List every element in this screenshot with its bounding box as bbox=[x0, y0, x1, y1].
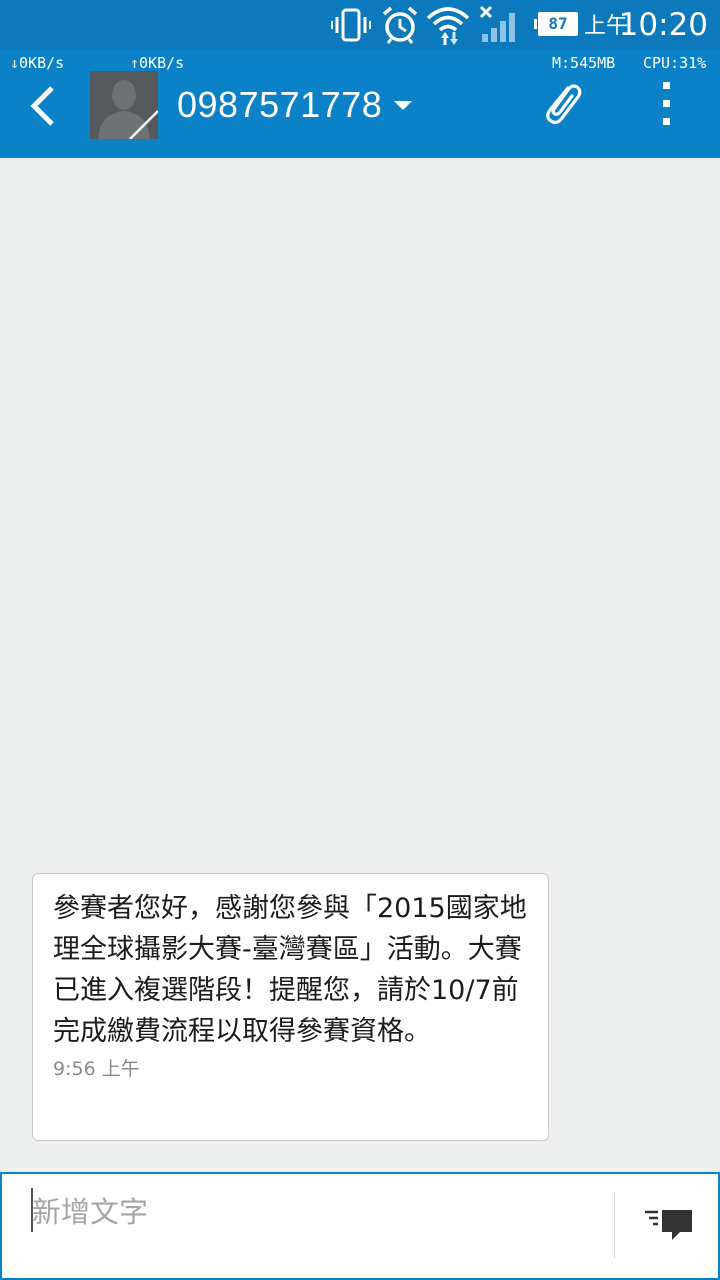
message-input[interactable] bbox=[28, 1190, 592, 1234]
memory-usage: M:545MB bbox=[552, 54, 616, 72]
composer-divider bbox=[614, 1192, 615, 1258]
vibrate-icon bbox=[331, 7, 371, 47]
message-timestamp: 9:56 上午 bbox=[53, 1058, 140, 1080]
contact-selector[interactable]: 0987571778 bbox=[177, 82, 413, 128]
send-button[interactable] bbox=[642, 1204, 698, 1250]
status-bar: 87 上午 10:20 bbox=[0, 0, 720, 50]
battery-tip bbox=[534, 19, 537, 29]
message-text: 參賽者您好，感謝您參與「2015國家地理全球攝影大賽-臺灣賽區」活動。大賽已進入… bbox=[53, 893, 527, 1047]
caret-down-icon bbox=[394, 100, 413, 110]
cpu-usage: CPU:31% bbox=[643, 54, 707, 72]
person-silhouette-icon bbox=[90, 71, 158, 139]
status-time: 10:20 bbox=[618, 7, 708, 43]
signal-icon bbox=[478, 4, 520, 48]
wifi-icon bbox=[426, 4, 470, 50]
text-cursor bbox=[31, 1188, 33, 1232]
battery-icon: 87 bbox=[538, 12, 578, 36]
message-bubble[interactable]: 參賽者您好，感謝您參與「2015國家地理全球攝影大賽-臺灣賽區」活動。大賽已進入… bbox=[32, 873, 549, 1141]
send-message-icon bbox=[645, 1210, 692, 1240]
attach-button[interactable] bbox=[538, 80, 586, 128]
avatar[interactable] bbox=[90, 71, 158, 139]
conversation-area[interactable]: 參賽者您好，感謝您參與「2015國家地理全球攝影大賽-臺灣賽區」活動。大賽已進入… bbox=[0, 158, 720, 1172]
message-composer bbox=[0, 1172, 720, 1280]
conversation-toolbar: ↓0KB/s ↑0KB/s M:545MB CPU:31% 0987571778 bbox=[0, 50, 720, 158]
download-speed: ↓0KB/s bbox=[10, 54, 65, 72]
alarm-icon bbox=[380, 6, 420, 48]
back-icon bbox=[30, 86, 54, 126]
paperclip-icon bbox=[546, 84, 582, 125]
contact-name: 0987571778 bbox=[177, 84, 383, 125]
upload-speed: ↑0KB/s bbox=[130, 54, 185, 72]
more-vert-icon bbox=[663, 82, 670, 125]
back-button[interactable] bbox=[22, 84, 66, 128]
more-options-button[interactable] bbox=[650, 78, 684, 130]
